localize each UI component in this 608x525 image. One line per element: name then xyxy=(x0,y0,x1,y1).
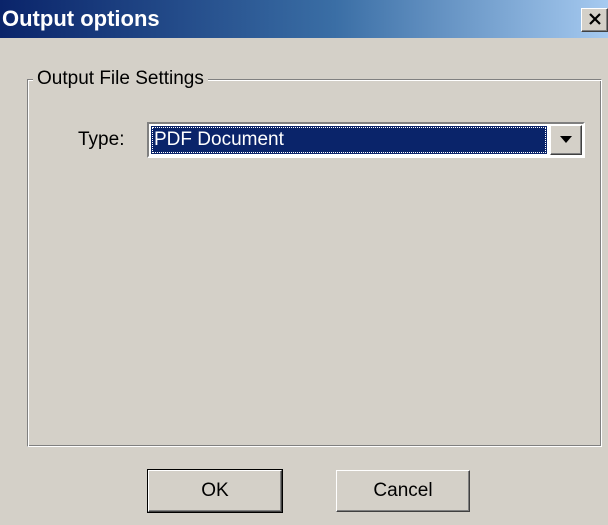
type-select[interactable]: PDF Document xyxy=(147,122,585,158)
output-options-dialog: Output options Output File Settings Type… xyxy=(0,0,608,525)
title-bar[interactable]: Output options xyxy=(0,0,608,38)
close-button[interactable] xyxy=(581,8,608,32)
chevron-down-icon xyxy=(560,136,572,143)
ok-button[interactable]: OK xyxy=(147,469,283,513)
type-label: Type: xyxy=(78,129,125,150)
close-icon xyxy=(589,13,601,25)
cancel-button[interactable]: Cancel xyxy=(336,470,470,512)
group-label: Output File Settings xyxy=(33,68,208,90)
window-title: Output options xyxy=(2,6,160,31)
dropdown-button[interactable] xyxy=(550,125,582,155)
type-selected-value[interactable]: PDF Document xyxy=(151,126,547,154)
